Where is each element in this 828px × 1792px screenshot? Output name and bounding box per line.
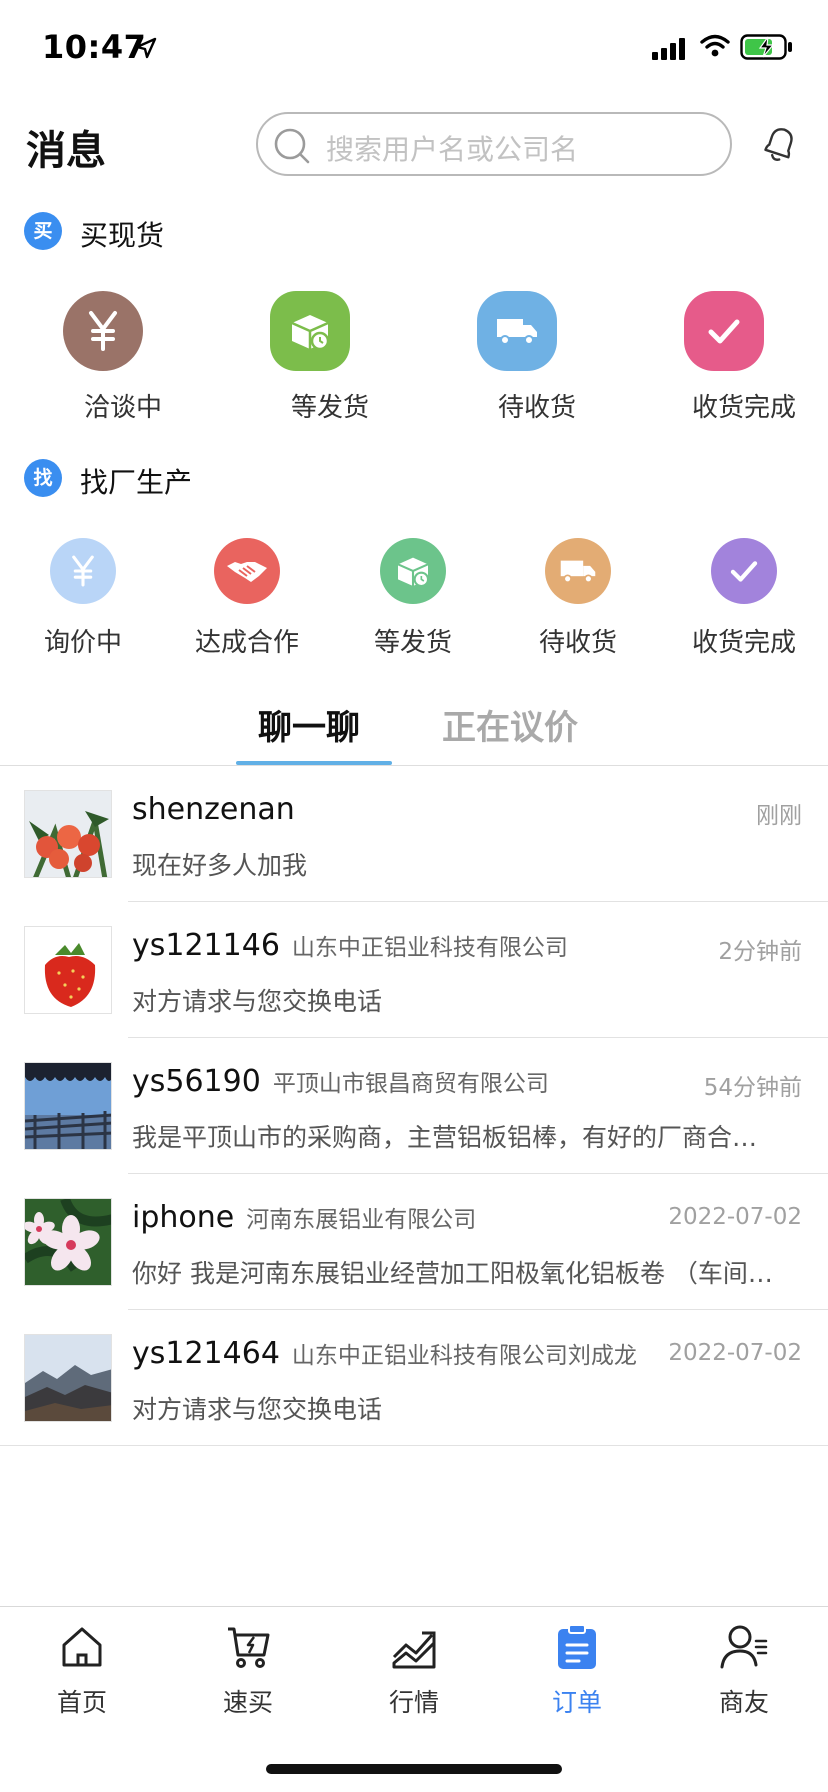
chat-username: iphone	[132, 1200, 235, 1235]
factory-status-agreed[interactable]: 达成合作	[195, 538, 299, 658]
wifi-icon	[700, 34, 730, 57]
chat-row[interactable]: shenzenan 刚刚 现在好多人加我	[0, 766, 828, 902]
factory-status-awaiting-shipment[interactable]: 等发货	[374, 538, 452, 658]
status-label: 洽谈中	[83, 393, 162, 423]
chat-row[interactable]: ys121146 山东中正铝业科技有限公司 2分钟前 对方请求与您交换电话	[0, 902, 828, 1038]
home-indicator	[266, 1764, 562, 1774]
status-label: 等发货	[290, 393, 369, 423]
clipboard-icon	[558, 1624, 596, 1669]
yen-icon	[50, 538, 116, 604]
nav-label: 首页	[56, 1688, 107, 1717]
nav-label: 商友	[718, 1688, 769, 1717]
chat-time: 2022-07-02	[668, 1340, 802, 1366]
status-bar: 10:47	[0, 0, 828, 96]
nav-label: 行情	[388, 1688, 439, 1717]
tab-negotiating[interactable]: 正在议价	[442, 700, 578, 749]
search-input[interactable]: 搜索用户名或公司名	[256, 112, 732, 176]
chat-message: 对方请求与您交换电话	[132, 987, 383, 1016]
avatar	[24, 926, 112, 1014]
chat-name: ys121464 山东中正铝业科技有限公司刘成龙	[132, 1336, 637, 1371]
page-title: 消息	[26, 128, 106, 174]
box-clock-icon	[270, 291, 350, 371]
nav-orders[interactable]: 订单	[522, 1623, 632, 1723]
chat-time: 54分钟前	[703, 1075, 802, 1101]
location-arrow-icon	[135, 37, 157, 59]
factory-badge-icon: 找	[24, 459, 62, 497]
buy-status-completed[interactable]: 收货完成	[684, 291, 796, 423]
chat-message: 对方请求与您交换电话	[132, 1395, 383, 1424]
bell-icon[interactable]	[758, 122, 802, 166]
chat-name: ys121146 山东中正铝业科技有限公司	[132, 928, 568, 963]
avatar	[24, 1062, 112, 1150]
search-icon	[274, 128, 310, 164]
chat-message: 你好 我是河南东展铝业经营加工阳极氧化铝板卷 （车间直供）	[132, 1259, 782, 1288]
buy-status-awaiting-receipt[interactable]: 待收货	[477, 291, 576, 423]
chat-name: shenzenan	[132, 792, 295, 827]
factory-status-inquiring[interactable]: 询价中	[44, 538, 122, 658]
avatar	[24, 1334, 112, 1422]
nav-label: 订单	[551, 1688, 602, 1717]
divider	[0, 1445, 828, 1446]
yen-icon	[63, 291, 143, 371]
chat-time: 2022-07-02	[668, 1204, 802, 1230]
home-icon	[62, 1627, 102, 1667]
battery-charging-icon	[740, 34, 792, 60]
signal-icon	[652, 38, 685, 60]
factory-status-awaiting-receipt[interactable]: 待收货	[539, 538, 617, 658]
nav-home[interactable]: 首页	[27, 1623, 137, 1723]
avatar	[24, 1198, 112, 1286]
cart-icon	[228, 1627, 270, 1668]
check-icon	[711, 538, 777, 604]
avatar	[24, 790, 112, 878]
chat-company: 河南东展铝业有限公司	[246, 1207, 477, 1233]
chat-username: ys121464	[132, 1336, 280, 1371]
buy-badge-icon: 买	[24, 212, 62, 250]
chat-time: 2分钟前	[718, 939, 802, 965]
nav-contacts[interactable]: 商友	[689, 1623, 799, 1723]
chat-name: ys56190 平顶山市银昌商贸有限公司	[132, 1064, 549, 1099]
buy-status-awaiting-shipment[interactable]: 等发货	[270, 291, 369, 423]
factory-status-completed[interactable]: 收货完成	[692, 538, 796, 658]
status-label: 收货完成	[691, 393, 796, 423]
status-label: 收货完成	[691, 628, 796, 658]
chat-message: 我是平顶山市的采购商，主营铝板铝棒，有好的厂商合作请联系	[132, 1123, 782, 1152]
chat-message: 现在好多人加我	[132, 851, 308, 880]
tab-chat[interactable]: 聊一聊	[258, 700, 360, 749]
chat-row[interactable]: ys121464 山东中正铝业科技有限公司刘成龙 2022-07-02 对方请求与…	[0, 1310, 828, 1446]
chat-company: 山东中正铝业科技有限公司刘成龙	[291, 1343, 637, 1369]
status-time: 10:47	[42, 28, 147, 66]
chat-username: ys121146	[132, 928, 280, 963]
chat-row[interactable]: iphone 河南东展铝业有限公司 2022-07-02 你好 我是河南东展铝业经…	[0, 1174, 828, 1310]
nav-label: 速买	[222, 1688, 273, 1717]
contacts-icon	[720, 1625, 768, 1669]
box-clock-icon	[380, 538, 446, 604]
chat-row[interactable]: ys56190 平顶山市银昌商贸有限公司 54分钟前 我是平顶山市的采购商，主营铝…	[0, 1038, 828, 1174]
chat-username: shenzenan	[132, 792, 295, 827]
factory-section-title: 找厂生产	[80, 466, 193, 499]
trend-icon	[392, 1631, 436, 1669]
nav-market[interactable]: 行情	[359, 1623, 469, 1723]
chat-username: ys56190	[132, 1064, 261, 1099]
buy-section-title: 买现货	[80, 219, 165, 252]
chat-company: 山东中正铝业科技有限公司	[291, 935, 568, 961]
check-icon	[684, 291, 764, 371]
chat-name: iphone 河南东展铝业有限公司	[132, 1200, 476, 1235]
truck-icon	[545, 538, 611, 604]
truck-icon	[477, 291, 557, 371]
search-placeholder: 搜索用户名或公司名	[326, 133, 579, 166]
buy-status-negotiating[interactable]: 洽谈中	[63, 291, 162, 423]
chat-time: 刚刚	[756, 803, 802, 829]
handshake-icon	[214, 538, 280, 604]
status-label: 待收货	[497, 393, 576, 423]
chat-company: 平顶山市银昌商贸有限公司	[272, 1071, 549, 1097]
nav-quick-buy[interactable]: 速买	[193, 1623, 303, 1723]
